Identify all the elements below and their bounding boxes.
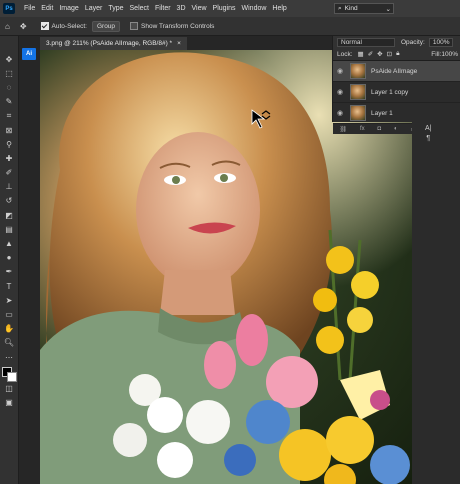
chevron-down-icon: ⌄ [385,5,391,13]
lock-brush-icon[interactable]: ✐ [368,50,373,58]
layer-row[interactable]: ◉ Layer 1 copy [333,82,460,103]
layer-thumbnail [350,63,366,79]
show-transform-toggle[interactable]: Show Transform Controls [130,22,214,30]
fx-icon[interactable]: fx [360,126,365,132]
character-panel-icon[interactable]: A| [425,125,432,132]
add-mask-icon[interactable]: ◘ [377,126,381,132]
path-select-tool-icon[interactable]: ➤ [4,295,15,306]
collapsed-panels [412,122,460,484]
history-brush-tool-icon[interactable]: ↺ [4,195,15,206]
tools-panel: ✥ ⬚ ◌ ✎ ⌗ ⊠ ⚲ ✚ ✐ ⊥ ↺ ◩ ▤ ▲ ● ✒ T ➤ ▭ ✋ … [0,36,19,484]
layer-filter-kind[interactable]: ⌕ Kind ⌄ [334,3,394,14]
kind-label: Kind [344,5,358,12]
menu-filter[interactable]: Filter [152,5,174,12]
screen-mode-icon[interactable]: ▣ [4,397,15,408]
menu-plugins[interactable]: Plugins [210,5,239,12]
lock-position-icon[interactable]: ✥ [377,50,382,58]
ai-panel-toggle[interactable]: Ai [22,48,36,60]
menu-image[interactable]: Image [56,5,81,12]
layers-controls-row: Normal Opacity: 100% [333,36,460,48]
opacity-label: Opacity: [401,38,425,46]
crop-tool-icon[interactable]: ⌗ [4,110,15,121]
visibility-eye-icon[interactable]: ◉ [337,88,345,96]
document-tab-title: 3.png @ 211% (PsAide AIImage, RGB/8#) * [46,40,173,47]
pen-tool-icon[interactable]: ✒ [4,266,15,277]
type-tool-icon[interactable]: T [4,281,15,292]
lock-label: Lock: [337,50,353,58]
menu-help[interactable]: Help [269,5,289,12]
adjustment-layer-icon[interactable]: ◐ [394,126,398,132]
fill-label: Fill: [431,50,442,58]
auto-select-toggle[interactable]: Auto-Select: [40,22,87,30]
menu-edit[interactable]: Edit [38,5,56,12]
hand-tool-icon[interactable]: ✋ [4,323,15,334]
close-icon[interactable]: × [177,40,181,47]
show-transform-label: Show Transform Controls [141,22,215,30]
visibility-eye-icon[interactable]: ◉ [337,109,345,117]
lock-all-icon[interactable]: 🔒︎ [396,50,399,58]
menu-window[interactable]: Window [239,5,270,12]
menu-view[interactable]: View [189,5,210,12]
menu-select[interactable]: Select [127,5,152,12]
options-bar: ⌂ ✥ Auto-Select: Group Show Transform Co… [0,17,460,36]
background-color-swatch[interactable] [7,372,17,383]
lock-pixels-icon[interactable]: ▦ [358,50,364,58]
layer-name: PsAide AIImage [371,67,418,75]
healing-brush-tool-icon[interactable]: ✚ [4,153,15,164]
gradient-tool-icon[interactable]: ▤ [4,224,15,235]
menu-3d[interactable]: 3D [174,5,189,12]
rectangle-tool-icon[interactable]: ▭ [4,309,15,320]
auto-select-dropdown[interactable]: Group [91,20,121,32]
frame-tool-icon[interactable]: ⊠ [4,125,15,136]
quick-select-tool-icon[interactable]: ✎ [4,96,15,107]
dodge-tool-icon[interactable]: ● [4,252,15,263]
blend-mode-dropdown[interactable]: Normal [337,37,395,47]
brush-tool-icon[interactable]: ✐ [4,167,15,178]
stamp-tool-icon[interactable]: ⊥ [4,181,15,192]
menu-bar: Ps File Edit Image Layer Type Select Fil… [0,0,460,17]
color-swatches[interactable] [2,367,17,383]
lock-row: Lock: ▦ ✐ ✥ ⊡ 🔒︎ Fill: 100% [333,48,460,61]
lock-artboard-icon[interactable]: ⊡ [387,50,392,58]
visibility-eye-icon[interactable]: ◉ [337,67,345,75]
collapsed-panel-icons: A| ¶ [425,125,432,142]
menu-layer[interactable]: Layer [82,5,106,12]
zoom-tool-icon[interactable]: 🔍︎ [4,337,15,348]
show-transform-checkbox[interactable] [130,22,139,30]
menu-type[interactable]: Type [105,5,126,12]
layer-thumbnail [350,105,366,121]
blur-tool-icon[interactable]: ▲ [4,238,15,249]
lasso-tool-icon[interactable]: ◌ [4,82,15,93]
quick-mask-icon[interactable]: ◫ [4,383,15,394]
layer-name: Layer 1 copy [371,88,409,96]
auto-select-checkbox[interactable] [40,22,49,30]
more-tools-icon[interactable]: ⋯ [4,352,15,363]
photoshop-logo: Ps [3,3,15,14]
layer-row[interactable]: ◉ PsAide AIImage [333,61,460,82]
layer-name: Layer 1 [371,109,393,117]
paragraph-panel-icon[interactable]: ¶ [426,135,430,142]
document-tab[interactable]: 3.png @ 211% (PsAide AIImage, RGB/8#) * … [40,37,187,50]
move-tool-icon[interactable]: ✥ [20,22,27,31]
search-icon: ⌕ [338,4,342,12]
opacity-input[interactable]: 100% [428,37,454,47]
eraser-tool-icon[interactable]: ◩ [4,210,15,221]
link-layers-icon[interactable]: ⛓ [339,126,347,133]
fill-input[interactable]: 100% [441,51,458,58]
layer-row[interactable]: ◉ Layer 1 [333,103,460,124]
eyedropper-tool-icon[interactable]: ⚲ [4,139,15,150]
auto-select-label: Auto-Select: [51,22,87,30]
move-tool-icon[interactable]: ✥ [4,54,15,65]
menu-file[interactable]: File [21,5,38,12]
layers-panel: Normal Opacity: 100% Lock: ▦ ✐ ✥ ⊡ 🔒︎ Fi… [332,36,460,134]
marquee-tool-icon[interactable]: ⬚ [4,68,15,79]
home-icon[interactable]: ⌂ [5,22,10,31]
layer-thumbnail [350,84,366,100]
